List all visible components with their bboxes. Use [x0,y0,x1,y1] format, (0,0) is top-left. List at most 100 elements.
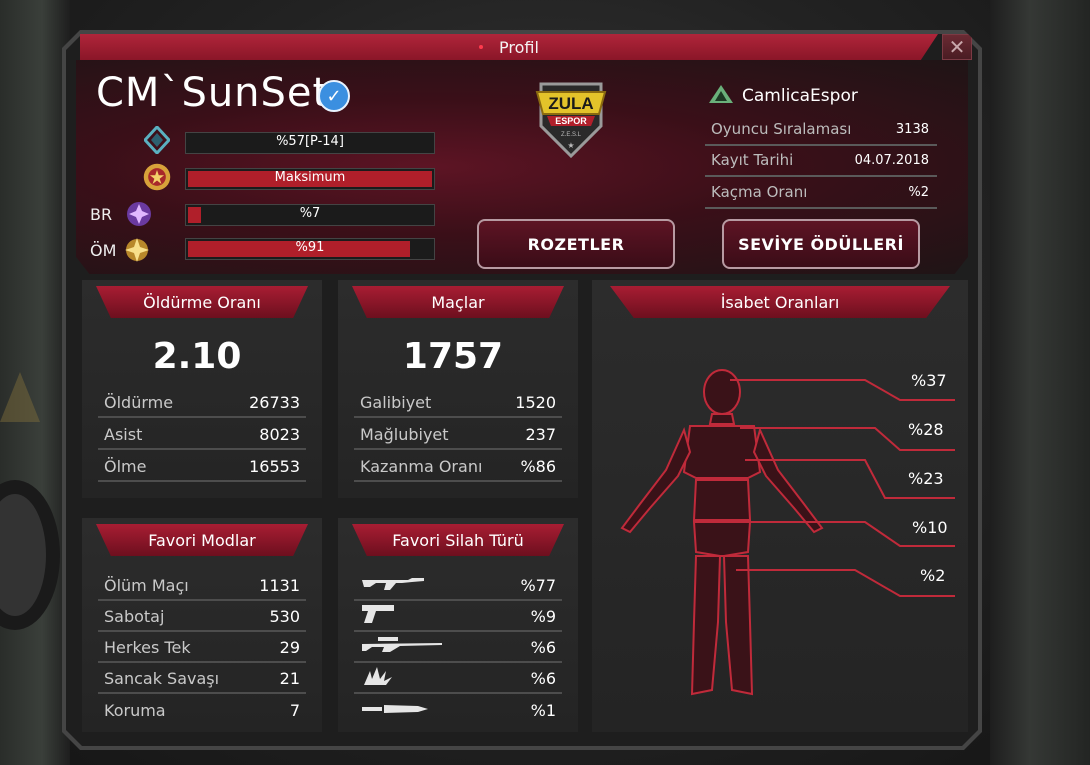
player-name: CM`SunSet [96,70,330,116]
rank-row-3: BR [90,202,154,226]
info-label: Kaçma Oranı [711,183,808,201]
sniper-icon [360,636,444,658]
mode-label: Ölüm Maçı [104,575,189,595]
badges-button[interactable]: ROZETLER [477,219,675,269]
clan-name: CamlicaEspor [742,86,858,106]
kill-ratio-value: 2.10 [152,336,242,377]
stat-row-wins: Galibiyet 1520 [354,388,562,418]
knife-icon [360,701,430,720]
stat-row-win-rate: Kazanma Oranı %86 [354,452,562,482]
stat-label: Asist [104,424,143,444]
weapon-value: %77 [520,575,556,595]
rank-bar-text: %91 [295,240,325,255]
stat-value: 16553 [249,456,300,476]
window-title: Profil [499,37,539,57]
info-row-register-date: Kayıt Tarihi 04.07.2018 [705,145,937,177]
rifle-icon [360,574,426,596]
stat-value: 26733 [249,392,300,412]
weapon-row: %6 [354,633,562,663]
close-button[interactable]: ✕ [942,34,972,60]
weapon-value: %9 [530,606,556,626]
mode-label: Sabotaj [104,606,165,626]
mode-row: Koruma 7 [98,695,306,725]
mode-value: 7 [289,700,300,720]
stat-label: Kazanma Oranı [360,456,483,476]
weapon-row: %77 [354,571,562,601]
rank-bar-text: Maksimum [274,170,346,185]
close-icon: ✕ [948,35,966,59]
weapon-value: %6 [530,668,556,688]
kill-ratio-title: Öldürme Oranı [96,286,308,318]
rank-row-4: ÖM [90,238,152,262]
stat-label: Ölme [104,456,147,476]
accuracy-arms: %10 [912,518,948,537]
svg-text:ZULA: ZULA [548,94,593,113]
mode-row: Ölüm Maçı 1131 [98,571,306,601]
svg-text:ESPOR: ESPOR [555,116,587,126]
accuracy-head: %37 [911,371,947,390]
info-row-quit-rate: Kaçma Oranı %2 [705,177,937,209]
rank-label: BR [90,204,113,224]
stat-value: %86 [520,456,556,476]
mode-row: Sabotaj 530 [98,602,306,632]
stat-row-assists: Asist 8023 [98,420,306,450]
rank-row-2 [90,162,172,192]
stat-row-kills: Öldürme 26733 [98,388,306,418]
favorite-modes-title: Favori Modlar [96,524,308,556]
weapon-value: %6 [530,637,556,657]
mode-label: Sancak Savaşı [104,668,220,688]
accuracy-chest: %28 [908,420,944,439]
svg-text:Z.E.S.L: Z.E.S.L [561,132,582,138]
stat-row-deaths: Ölme 16553 [98,452,306,482]
matches-title: Maçlar [352,286,564,318]
mode-value: 530 [269,606,300,626]
favorite-weapons-title: Favori Silah Türü [352,524,564,556]
window-titlebar: Profil [80,34,938,60]
mode-value: 21 [279,668,300,688]
pistol-icon [360,603,396,629]
rank-bar-text: %57[P-14] [276,134,344,149]
info-value: %2 [908,184,929,200]
br-rank-icon [124,199,154,229]
mode-row: Herkes Tek 29 [98,633,306,663]
info-value: 04.07.2018 [854,152,929,168]
stat-value: 1520 [515,392,556,412]
svg-text:★: ★ [567,141,574,150]
background-left [0,0,70,765]
rank-bar-4: %91 [185,238,435,260]
stat-label: Mağlubiyet [360,424,449,444]
rank-bar-1: %57[P-14] [185,132,435,154]
rank-label: ÖM [90,240,117,260]
level-rewards-button[interactable]: SEVİYE ÖDÜLLERİ [722,219,920,269]
rank-bar-3: %7 [185,204,435,226]
accuracy-stomach: %23 [908,469,944,488]
accuracy-title: İsabet Oranları [610,286,950,318]
body-diagram [620,369,955,696]
accuracy-legs: %2 [920,566,946,585]
mode-value: 1131 [259,575,300,595]
mode-label: Koruma [104,700,166,720]
title-dot [479,45,484,49]
rank-bar-2: Maksimum [185,168,435,190]
stat-label: Öldürme [104,392,174,412]
stat-label: Galibiyet [360,392,432,412]
weapon-row: %6 [354,664,562,694]
mode-value: 29 [279,637,300,657]
weapon-row: %9 [354,602,562,632]
diamond-rank-icon [142,125,172,155]
info-row-rank: Oyuncu Sıralaması 3138 [705,114,937,146]
info-label: Oyuncu Sıralaması [711,120,852,138]
weapon-value: %1 [530,700,556,720]
stat-row-losses: Mağlubiyet 237 [354,420,562,450]
weapon-row: %1 [354,695,562,725]
mode-label: Herkes Tek [104,637,191,657]
mode-row: Sancak Savaşı 21 [98,664,306,694]
matches-value: 1757 [402,336,504,377]
clan-emblem-icon [708,84,734,108]
zula-espor-logo: ZULA ESPOR Z.E.S.L ★ [533,78,609,159]
info-label: Kayıt Tarihi [711,151,794,169]
medal-rank-icon [142,162,172,192]
background-right [990,0,1090,765]
rank-row-1 [90,125,172,155]
info-value: 3138 [895,121,929,137]
